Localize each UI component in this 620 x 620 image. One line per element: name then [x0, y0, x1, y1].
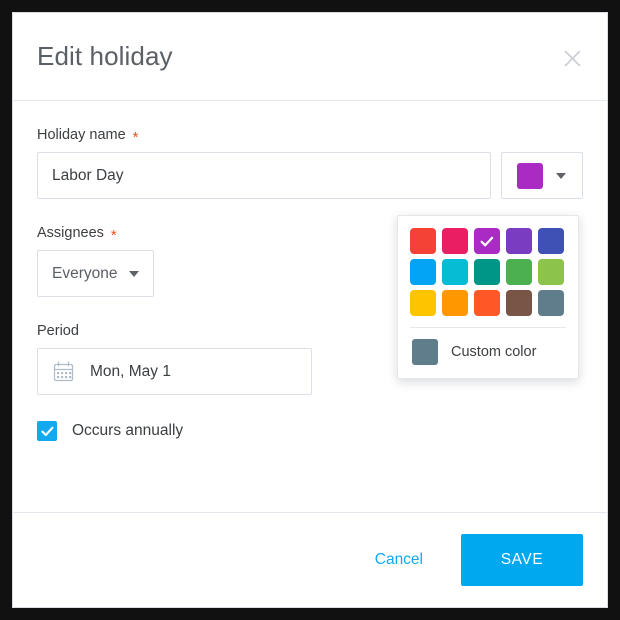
period-date-value: Mon, May 1	[90, 362, 171, 380]
color-swatch-blue-grey[interactable]	[538, 290, 564, 316]
period-date-input[interactable]: Mon, May 1	[37, 348, 312, 395]
calendar-icon	[53, 361, 74, 382]
color-swatch-grid	[410, 228, 566, 316]
occurs-annually-checkbox[interactable]	[37, 421, 57, 441]
assignees-selected-value: Everyone	[52, 264, 118, 282]
holiday-name-label: Holiday name *	[37, 127, 583, 146]
required-asterisk: *	[132, 128, 139, 146]
period-label-text: Period	[37, 323, 79, 339]
color-swatch-indigo[interactable]	[538, 228, 564, 254]
close-icon	[564, 50, 580, 66]
dialog-footer: Cancel SAVE	[13, 512, 607, 607]
color-swatch-light-green[interactable]	[538, 259, 564, 285]
required-asterisk: *	[110, 226, 117, 244]
color-swatch-light-blue[interactable]	[410, 259, 436, 285]
holiday-name-label-text: Holiday name	[37, 127, 126, 143]
cancel-button[interactable]: Cancel	[371, 543, 427, 577]
assignees-select[interactable]: Everyone	[37, 250, 155, 297]
holiday-name-input[interactable]	[37, 152, 491, 199]
chevron-down-icon	[129, 270, 140, 277]
custom-color-swatch	[412, 339, 438, 365]
color-swatch-cyan[interactable]	[442, 259, 468, 285]
color-swatch-brown[interactable]	[506, 290, 532, 316]
edit-holiday-dialog: Edit holiday Holiday name * Labor Day As…	[12, 12, 608, 608]
save-button[interactable]: SAVE	[461, 534, 583, 586]
page-title: Edit holiday	[37, 41, 173, 71]
check-icon	[474, 228, 500, 254]
occurs-annually-label: Occurs annually	[72, 422, 184, 439]
close-button[interactable]	[559, 45, 585, 71]
screen: Edit holiday Holiday name * Labor Day As…	[0, 0, 620, 620]
color-swatch-deep-purple[interactable]	[506, 228, 532, 254]
color-picker-trigger[interactable]	[500, 152, 583, 199]
chevron-down-icon	[556, 172, 567, 179]
color-swatch-teal[interactable]	[474, 259, 500, 285]
color-picker-panel: Custom color	[397, 215, 579, 379]
check-icon	[40, 426, 53, 436]
color-swatch-amber[interactable]	[410, 290, 436, 316]
dialog-header: Edit holiday	[13, 13, 607, 101]
custom-color-row[interactable]: Custom color	[410, 328, 566, 368]
holiday-name-row	[37, 152, 583, 199]
selected-color-swatch	[517, 162, 544, 189]
color-swatch-green[interactable]	[506, 259, 532, 285]
color-swatch-red[interactable]	[410, 228, 436, 254]
color-swatch-pink[interactable]	[442, 228, 468, 254]
custom-color-label: Custom color	[451, 344, 537, 360]
occurs-annually-row[interactable]: Occurs annually	[37, 421, 583, 441]
color-swatch-deep-orange[interactable]	[474, 290, 500, 316]
assignees-label-text: Assignees	[37, 225, 104, 241]
color-swatch-purple[interactable]	[474, 228, 500, 254]
color-swatch-orange[interactable]	[442, 290, 468, 316]
